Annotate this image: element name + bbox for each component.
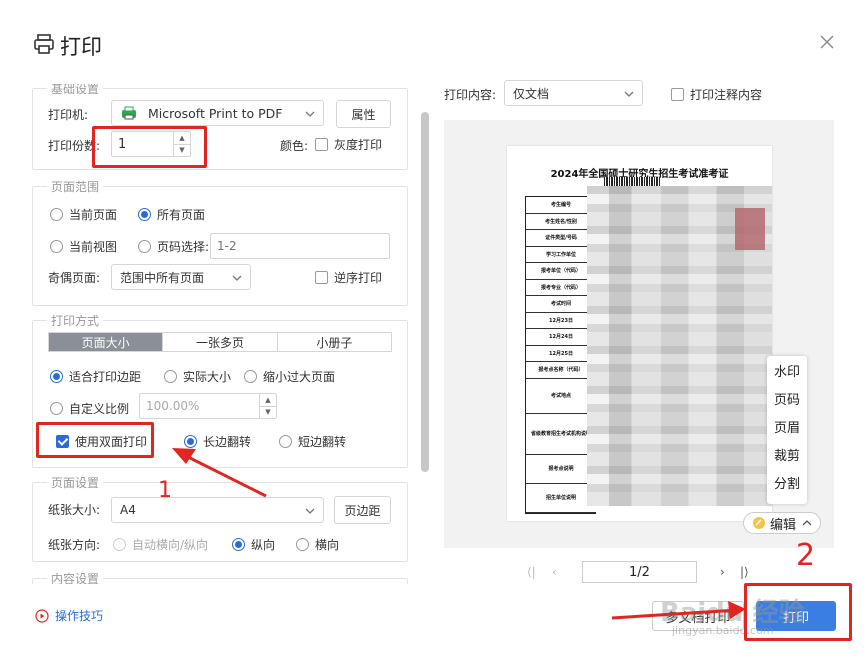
arrow-head-print (728, 601, 746, 619)
arrow-head-duplex (172, 448, 196, 464)
annotation-arrows (172, 448, 746, 620)
arrow-line-print (611, 608, 739, 620)
arrow-line-duplex (177, 450, 267, 498)
